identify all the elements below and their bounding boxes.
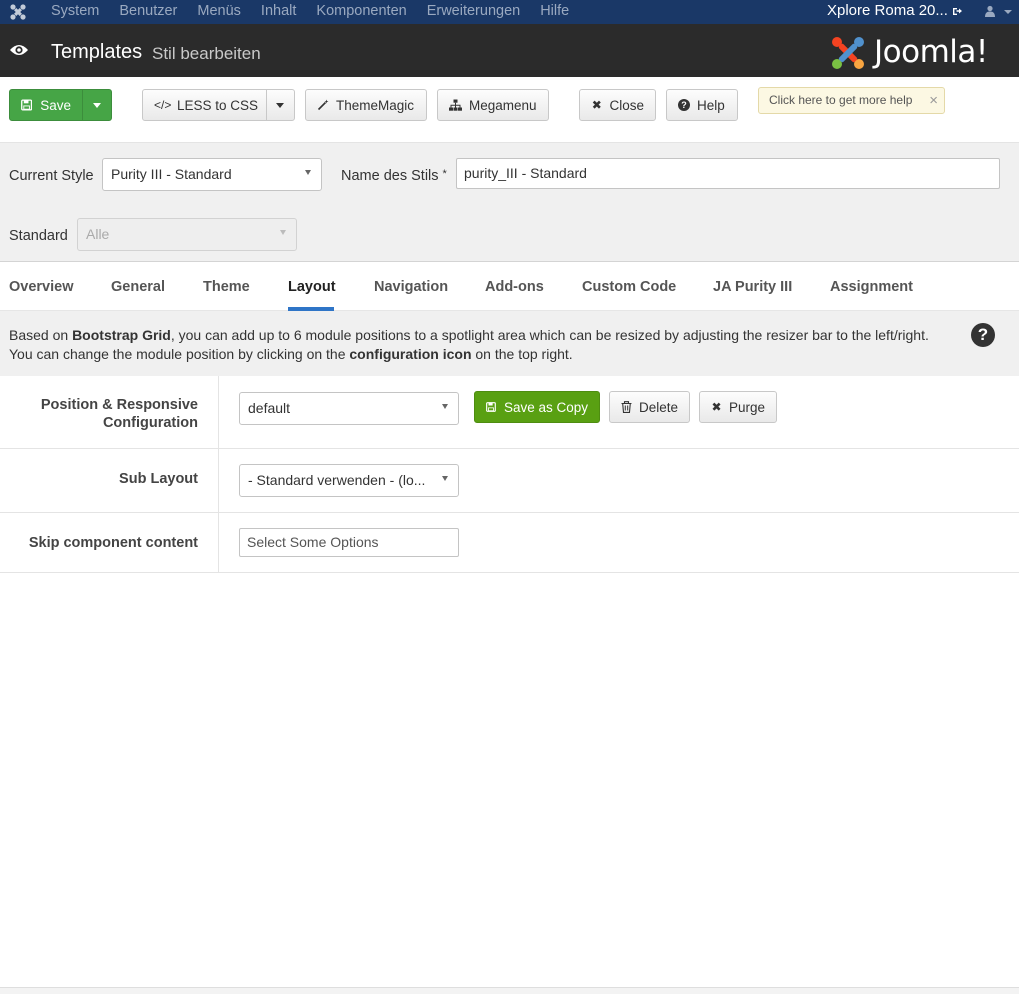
less-to-css-label: LESS to CSS bbox=[177, 97, 259, 113]
info-line-2: You can change the module position by cl… bbox=[9, 346, 573, 362]
save-as-copy-button[interactable]: Save as Copy bbox=[474, 391, 600, 423]
save-icon bbox=[486, 402, 496, 412]
less-dropdown-toggle[interactable] bbox=[266, 89, 295, 121]
standard-value: Alle bbox=[86, 226, 110, 242]
menu-komponenten[interactable]: Komponenten bbox=[316, 2, 406, 20]
caret-down-icon bbox=[276, 103, 284, 108]
page-subtitle: Stil bearbeiten bbox=[152, 44, 261, 63]
page-footer-edge bbox=[0, 987, 1019, 994]
tab-layout[interactable]: Layout bbox=[288, 279, 336, 295]
standard-label: Standard bbox=[9, 228, 68, 244]
joomla-logo-text: Joomla! bbox=[874, 34, 988, 70]
menu-erweiterungen[interactable]: Erweiterungen bbox=[427, 2, 521, 20]
tab-navigation[interactable]: Navigation bbox=[374, 279, 448, 295]
help-tooltip: Click here to get more help × bbox=[758, 87, 945, 114]
close-tooltip-icon[interactable]: × bbox=[929, 88, 938, 113]
help-tooltip-text: Click here to get more help bbox=[769, 93, 913, 107]
close-button[interactable]: ✖ Close bbox=[579, 89, 656, 121]
toolbar: Save </> LESS to CSS ThemeMagic Megamenu… bbox=[0, 77, 1019, 142]
layout-info-panel: Based on Bootstrap Grid, you can add up … bbox=[0, 311, 1019, 376]
tab-add-ons[interactable]: Add-ons bbox=[485, 279, 544, 295]
trash-icon bbox=[621, 401, 632, 413]
thememagic-button[interactable]: ThemeMagic bbox=[305, 89, 427, 121]
thememagic-label: ThemeMagic bbox=[336, 97, 415, 113]
sitemap-icon bbox=[449, 99, 462, 111]
chevron-down-icon bbox=[280, 230, 286, 235]
save-icon bbox=[21, 99, 33, 111]
chevron-down-icon bbox=[305, 170, 311, 175]
question-circle-icon[interactable]: ? bbox=[971, 323, 995, 347]
save-button-label: Save bbox=[40, 97, 71, 113]
sublayout-row: Sub Layout - Standard verwenden - (lo... bbox=[0, 449, 1019, 513]
style-name-label-text: Name des Stils bbox=[341, 168, 439, 184]
less-to-css-button[interactable]: </> LESS to CSS bbox=[142, 89, 267, 121]
tab-ja-purity-iii[interactable]: JA Purity III bbox=[713, 279, 792, 295]
page-header: Templates Stil bearbeiten Joomla! bbox=[0, 24, 1019, 77]
chevron-down-icon bbox=[442, 476, 448, 481]
menu-menus[interactable]: Menüs bbox=[197, 2, 241, 20]
menu-benutzer[interactable]: Benutzer bbox=[119, 2, 177, 20]
info-line-1: Based on Bootstrap Grid, you can add up … bbox=[9, 327, 929, 343]
magic-wand-icon bbox=[317, 99, 329, 111]
position-config-row: Position & Responsive Configuration defau… bbox=[0, 376, 1019, 449]
style-form: Current Style Purity III - Standard Name… bbox=[0, 142, 1019, 262]
tab-general[interactable]: General bbox=[111, 279, 165, 295]
style-name-value: purity_III - Standard bbox=[464, 165, 587, 181]
style-name-input[interactable]: purity_III - Standard bbox=[456, 158, 1000, 189]
delete-button[interactable]: Delete bbox=[609, 391, 690, 423]
close-icon: ✖ bbox=[711, 400, 722, 414]
tab-overview[interactable]: Overview bbox=[9, 279, 74, 295]
position-value: default bbox=[248, 400, 291, 416]
template-tabs: Overview General Theme Layout Navigation… bbox=[0, 263, 1019, 311]
current-style-value: Purity III - Standard bbox=[111, 166, 232, 182]
skip-component-row: Skip component content Select Some Optio… bbox=[0, 513, 1019, 573]
tab-theme[interactable]: Theme bbox=[203, 279, 250, 295]
close-label: Close bbox=[609, 97, 644, 113]
code-icon: </> bbox=[154, 98, 172, 112]
close-icon: ✖ bbox=[591, 98, 602, 112]
help-label: Help bbox=[697, 97, 725, 113]
caret-down-icon bbox=[93, 103, 101, 108]
save-dropdown-toggle[interactable] bbox=[82, 89, 112, 121]
menu-system[interactable]: System bbox=[51, 2, 99, 20]
chevron-down-icon bbox=[442, 404, 448, 409]
save-as-copy-label: Save as Copy bbox=[503, 399, 588, 415]
tab-assignment[interactable]: Assignment bbox=[830, 279, 913, 295]
purge-button[interactable]: ✖ Purge bbox=[699, 391, 777, 423]
menu-hilfe[interactable]: Hilfe bbox=[540, 2, 569, 20]
user-icon[interactable] bbox=[984, 5, 996, 17]
style-name-label: Name des Stils * bbox=[341, 168, 447, 184]
question-circle-icon: ? bbox=[678, 99, 690, 111]
standard-select: Alle bbox=[77, 218, 297, 251]
top-navbar: System Benutzer Menüs Inhalt Komponenten… bbox=[0, 0, 1019, 24]
eye-icon bbox=[10, 45, 28, 55]
joomla-logo-icon bbox=[832, 37, 864, 69]
position-select[interactable]: default bbox=[239, 392, 459, 425]
user-menu-caret-icon[interactable] bbox=[1004, 10, 1012, 14]
external-link-icon[interactable] bbox=[952, 6, 962, 16]
menu-inhalt[interactable]: Inhalt bbox=[261, 2, 296, 20]
page-title: Templates bbox=[51, 41, 143, 63]
megamenu-label: Megamenu bbox=[469, 97, 537, 113]
current-style-select[interactable]: Purity III - Standard bbox=[102, 158, 322, 191]
skip-component-placeholder: Select Some Options bbox=[247, 534, 379, 550]
help-button[interactable]: ? Help bbox=[666, 89, 738, 121]
sublayout-select[interactable]: - Standard verwenden - (lo... bbox=[239, 464, 459, 497]
skip-component-label: Skip component content bbox=[28, 535, 198, 551]
current-style-label: Current Style bbox=[9, 168, 94, 184]
tab-custom-code[interactable]: Custom Code bbox=[582, 279, 676, 295]
save-button[interactable]: Save bbox=[9, 89, 83, 121]
skip-component-multiselect[interactable]: Select Some Options bbox=[239, 528, 459, 557]
joomla-icon[interactable] bbox=[9, 3, 27, 21]
required-marker: * bbox=[442, 168, 447, 180]
sublayout-value: - Standard verwenden - (lo... bbox=[248, 472, 426, 488]
site-name-link[interactable]: Xplore Roma 20... bbox=[827, 2, 948, 20]
position-config-label: Position & Responsive Configuration bbox=[40, 397, 198, 431]
purge-label: Purge bbox=[728, 399, 765, 415]
sublayout-label: Sub Layout bbox=[119, 471, 198, 487]
delete-label: Delete bbox=[638, 399, 678, 415]
megamenu-button[interactable]: Megamenu bbox=[437, 89, 549, 121]
